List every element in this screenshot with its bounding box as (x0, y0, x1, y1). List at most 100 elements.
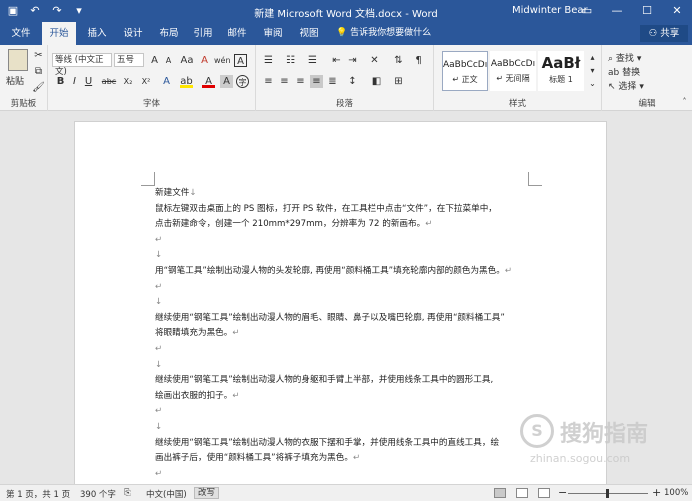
document-line[interactable]: ↓ (155, 295, 535, 311)
paste-label[interactable]: 粘贴 (6, 74, 24, 87)
strikethrough-icon[interactable]: abc (100, 75, 118, 88)
highlight-icon[interactable]: ab (180, 75, 193, 88)
proofing-icon[interactable]: ⎘ (124, 488, 131, 498)
document-line[interactable]: 将眼睛填充为黑色。↵ (155, 326, 535, 342)
web-layout-icon[interactable] (538, 488, 550, 498)
word-count[interactable]: 390 个字 (80, 488, 116, 500)
overtype-mode[interactable]: 改写 (194, 487, 220, 499)
person-icon: ⚇ (648, 28, 658, 39)
char-shading-icon[interactable]: A (220, 75, 233, 88)
superscript-icon[interactable]: X² (138, 75, 154, 88)
bullets-icon[interactable]: ☰ (262, 54, 275, 67)
style-heading-1[interactable]: AaBł 标题 1 (538, 51, 584, 91)
document-line[interactable]: 点击新建命令，创建一个 210mm*297mm，分辨率为 72 的新画布。↵ (155, 217, 535, 233)
document-line[interactable]: 画出裤子后，使用“颜料桶工具”将裤子填充为黑色。↵ (155, 451, 535, 467)
document-line[interactable]: 用“钢笔工具”绘制出动漫人物的头发轮廓, 再使用“颜料桶工具”填充轮廓内部的颜色… (155, 264, 535, 280)
share-button[interactable]: ⚇ 共享 (640, 25, 688, 42)
document-line[interactable]: 绘画出衣服的扣子。↵ (155, 389, 535, 405)
zoom-level[interactable]: 100% (664, 488, 688, 498)
document-body[interactable]: 新建文件↓ 鼠标左键双击桌面上的 PS 图标，打开 PS 软件，在工具栏中点击“文… (155, 186, 535, 484)
tab-references[interactable]: 引用 (186, 22, 220, 45)
maximize-icon[interactable]: ☐ (632, 0, 662, 22)
page-count[interactable]: 第 1 页，共 1 页 (6, 488, 70, 500)
clear-format-icon[interactable]: A (198, 54, 211, 67)
document-line[interactable]: 继续使用“钢笔工具”绘制出动漫人物的身躯和手臂上半部，并使用线条工具中的圆形工具… (155, 373, 535, 389)
distributed-icon[interactable]: ≣ (326, 75, 339, 88)
align-right-icon[interactable]: ≡ (294, 75, 307, 88)
document-line[interactable]: ↓ (155, 248, 535, 264)
paste-icon[interactable] (8, 49, 28, 71)
select-button[interactable]: ↖ 选择 ▾ (608, 79, 644, 92)
justify-icon[interactable]: ≡ (310, 75, 323, 88)
line-spacing-icon[interactable]: ↕ (346, 75, 359, 88)
grow-font-icon[interactable]: A (148, 54, 161, 67)
find-button[interactable]: ⌕ 查找 ▾ (608, 51, 641, 64)
subscript-icon[interactable]: X₂ (120, 75, 136, 88)
format-painter-icon[interactable]: 🖌 (32, 81, 45, 94)
borders-icon[interactable]: ⊞ (392, 75, 405, 88)
chevron-down-icon: ▾ (639, 82, 644, 92)
decrease-indent-icon[interactable]: ⇤ (330, 54, 343, 67)
styles-scroll-down-icon[interactable]: ▾ (586, 64, 599, 77)
tab-insert[interactable]: 插入 (80, 22, 114, 45)
phonetic-guide-icon[interactable]: wén (214, 54, 231, 67)
font-name-select[interactable]: 等线 (中文正文) (52, 53, 112, 77)
shrink-font-icon[interactable]: A (162, 54, 175, 67)
document-line[interactable]: 继续使用“钢笔工具”绘制出动漫人物的衣服下摆和手掌，并使用线条工具中的直线工具，… (155, 436, 535, 452)
text-effects-icon[interactable]: A (160, 75, 173, 88)
show-marks-icon[interactable]: ¶ (412, 54, 425, 67)
enclose-char-icon[interactable]: 字 (236, 75, 249, 88)
line-text: 继续使用“钢笔工具”绘制出动漫人物的衣服下摆和手掌，并使用线条工具中的直线工具，… (155, 437, 500, 448)
styles-more-icon[interactable]: ⌄ (586, 77, 599, 90)
document-line[interactable]: ↓ (155, 358, 535, 374)
underline-icon[interactable]: U (82, 75, 95, 88)
copy-icon[interactable]: ⧉ (32, 65, 45, 78)
char-border-icon[interactable]: A (234, 54, 247, 67)
document-line[interactable]: 鼠标左键双击桌面上的 PS 图标，打开 PS 软件，在工具栏中点击“文件”，在下… (155, 202, 535, 218)
document-line[interactable]: 新建文件↓ (155, 186, 535, 202)
document-line[interactable]: 继续使用“钢笔工具”绘制出动漫人物的眉毛、眼睛、鼻子以及嘴巴轮廓, 再使用“颜料… (155, 311, 535, 327)
styles-scroll-up-icon[interactable]: ▴ (586, 51, 599, 64)
tab-mailings[interactable]: 邮件 (220, 22, 254, 45)
replace-button[interactable]: ab 替换 (608, 65, 640, 78)
tab-design[interactable]: 设计 (116, 22, 150, 45)
tab-home[interactable]: 开始 (42, 22, 76, 45)
font-size-select[interactable]: 五号 (114, 53, 144, 67)
align-center-icon[interactable]: ≡ (278, 75, 291, 88)
language-indicator[interactable]: 中文(中国) (146, 488, 187, 500)
multilevel-list-icon[interactable]: ☰ (306, 54, 319, 67)
bold-icon[interactable]: B (54, 75, 67, 88)
tab-view[interactable]: 视图 (292, 22, 326, 45)
document-line[interactable]: ↵ (155, 233, 535, 249)
document-line[interactable]: ↵ (155, 404, 535, 420)
zoom-in-button[interactable]: + (652, 486, 661, 499)
tab-layout[interactable]: 布局 (152, 22, 186, 45)
cut-icon[interactable]: ✂ (32, 49, 45, 62)
zoom-slider-handle[interactable] (606, 489, 609, 498)
sort-icon[interactable]: ⇅ (392, 54, 405, 67)
document-line[interactable]: ↵ (155, 280, 535, 296)
style-no-spacing[interactable]: AaBbCcDı ↵ 无间隔 (490, 51, 536, 91)
chinese-layout-icon[interactable]: ✕ (368, 54, 381, 67)
shading-icon[interactable]: ◧ (370, 75, 383, 88)
print-layout-icon[interactable] (516, 488, 528, 498)
minimize-icon[interactable]: — (602, 0, 632, 22)
italic-icon[interactable]: I (68, 75, 81, 88)
document-line[interactable]: ↓ (155, 420, 535, 436)
change-case-icon[interactable]: Aa (178, 54, 196, 67)
numbering-icon[interactable]: ☷ (284, 54, 297, 67)
increase-indent-icon[interactable]: ⇥ (346, 54, 359, 67)
close-icon[interactable]: ✕ (662, 0, 692, 22)
paragraph-mark: ↵ (155, 343, 163, 354)
zoom-out-button[interactable]: − (558, 486, 567, 499)
read-mode-icon[interactable] (494, 488, 506, 498)
document-line[interactable]: ↵ (155, 467, 535, 483)
font-color-icon[interactable]: A (202, 75, 215, 88)
style-normal[interactable]: AaBbCcDı ↵ 正文 (442, 51, 488, 91)
document-line[interactable]: ↵ (155, 342, 535, 358)
ribbon-display-icon[interactable]: ▭ (572, 0, 602, 22)
tab-file[interactable]: 文件 (4, 22, 38, 45)
tell-me-box[interactable]: 💡 告诉我你想要做什么 (336, 22, 431, 45)
align-left-icon[interactable]: ≡ (262, 75, 275, 88)
tab-review[interactable]: 审阅 (256, 22, 290, 45)
